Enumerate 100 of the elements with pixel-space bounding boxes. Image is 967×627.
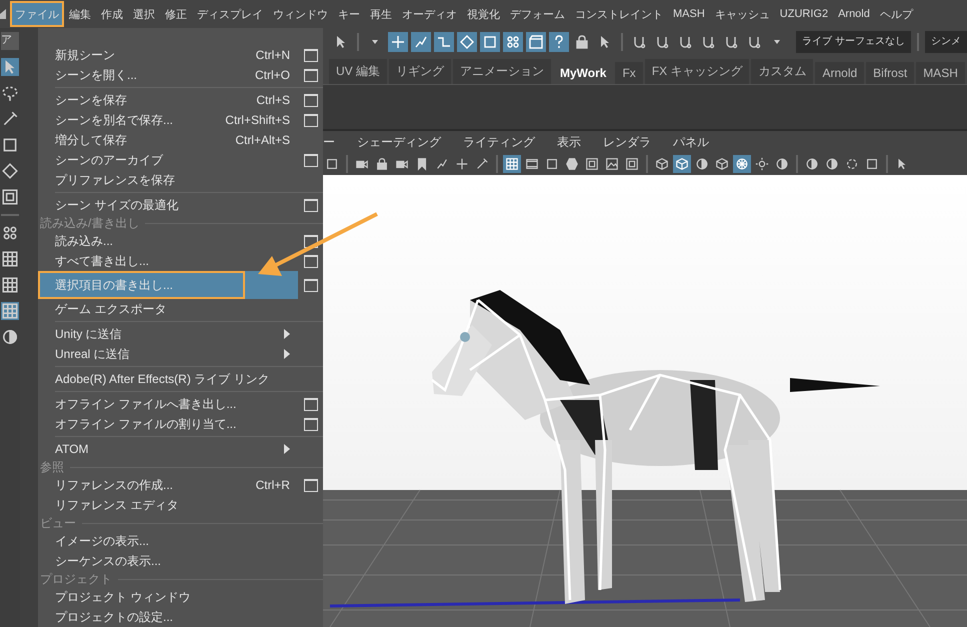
- menu-item[interactable]: イメージの表示...: [38, 531, 298, 551]
- menu-item[interactable]: シーンを開く... Ctrl+O: [38, 65, 298, 85]
- option-box-icon[interactable]: [304, 418, 318, 430]
- menu-title[interactable]: キー: [333, 1, 365, 27]
- menu-item[interactable]: Adobe(R) After Effects(R) ライブ リンク: [38, 369, 298, 389]
- menu-item[interactable]: オフライン ファイルの割り当て...: [38, 414, 298, 434]
- shelf-tab[interactable]: FX キャッシング: [644, 59, 750, 84]
- dots-icon[interactable]: [503, 32, 523, 52]
- menu-item[interactable]: オフライン ファイルへ書き出し...: [38, 394, 298, 414]
- option-box-icon[interactable]: [304, 68, 318, 82]
- menu-title[interactable]: オーディオ: [397, 1, 462, 27]
- question-icon[interactable]: [549, 32, 569, 52]
- grid-icon[interactable]: [1, 276, 19, 294]
- cube-icon[interactable]: [653, 155, 671, 173]
- menu-item[interactable]: プロジェクトの設定...: [38, 607, 298, 627]
- frame-icon[interactable]: [623, 155, 641, 173]
- shelf-tab[interactable]: カスタム: [751, 59, 814, 84]
- menu-item[interactable]: Unity に送信: [38, 324, 298, 344]
- lasso-icon[interactable]: [1, 84, 19, 102]
- menu-item[interactable]: プリファレンスを保存: [38, 170, 298, 190]
- option-box-icon[interactable]: [304, 398, 318, 410]
- section-header: 参照: [40, 460, 64, 474]
- mode-field[interactable]: ア: [1, 32, 19, 50]
- menu-item[interactable]: Unreal に送信: [38, 344, 298, 364]
- shelf-tab[interactable]: リギング: [389, 59, 452, 84]
- symmetry-field[interactable]: シンメ: [925, 31, 967, 53]
- cube-icon[interactable]: [713, 155, 731, 173]
- pencil-icon[interactable]: [1, 110, 19, 128]
- panel-menu-item[interactable]: シェーディング: [357, 134, 441, 150]
- shortcut-label: Ctrl+R: [256, 478, 290, 492]
- menu-title[interactable]: 視覚化: [462, 1, 505, 27]
- menu-item[interactable]: シーン サイズの最適化: [38, 195, 298, 215]
- menu-title[interactable]: キャッシュ: [710, 1, 775, 27]
- panel-menu-item[interactable]: レンダラ: [603, 134, 651, 150]
- grid-icon[interactable]: [1, 250, 19, 268]
- option-box-icon[interactable]: [304, 478, 318, 492]
- grid-icon[interactable]: [503, 155, 521, 173]
- option-box-icon[interactable]: [304, 94, 318, 106]
- menu-item[interactable]: シーンを保存 Ctrl+S: [38, 90, 298, 110]
- panel-menu-item[interactable]: ー: [323, 134, 335, 150]
- menu-item[interactable]: 新規シーン Ctrl+N: [38, 45, 298, 65]
- shelf-tab[interactable]: UV 編集: [329, 59, 388, 84]
- section-header: プロジェクト: [40, 572, 112, 586]
- menu-item[interactable]: 選択項目の書き出し...: [38, 271, 298, 299]
- image-icon[interactable]: [603, 155, 621, 173]
- live-surface-field[interactable]: ライブ サーフェスなし: [796, 31, 911, 53]
- menu-title[interactable]: コンストレイント: [570, 1, 668, 27]
- menu-title[interactable]: デフォーム: [505, 1, 570, 27]
- curve-icon[interactable]: [411, 32, 431, 52]
- square-icon[interactable]: [480, 32, 500, 52]
- cube-icon[interactable]: [673, 155, 691, 173]
- menu-title[interactable]: 作成: [96, 1, 128, 27]
- frame-icon[interactable]: [583, 155, 601, 173]
- menu-title[interactable]: 修正: [160, 1, 192, 27]
- menu-item[interactable]: 読み込み...: [38, 231, 298, 251]
- menu-item[interactable]: シーンのアーカイブ: [38, 150, 298, 170]
- dots-icon[interactable]: [1, 224, 19, 242]
- shelf-tab[interactable]: Arnold: [815, 62, 864, 84]
- menu-title[interactable]: Arnold: [833, 1, 875, 27]
- menu-item[interactable]: プロジェクト ウィンドウ: [38, 587, 298, 607]
- menu-title[interactable]: ウィンドウ: [268, 1, 333, 27]
- option-box-icon[interactable]: [304, 48, 318, 62]
- panel-menu-item[interactable]: パネル: [673, 134, 709, 150]
- menu-title[interactable]: 編集: [64, 1, 96, 27]
- option-box-icon[interactable]: [304, 154, 318, 166]
- menu-title[interactable]: MASH: [668, 1, 710, 27]
- menu-title[interactable]: UZURIG2: [774, 1, 834, 27]
- menu-title[interactable]: 再生: [365, 1, 397, 27]
- diamond-icon[interactable]: [457, 32, 477, 52]
- shelf-tab[interactable]: MASH: [916, 62, 965, 84]
- menu-item[interactable]: シーケンスの表示...: [38, 551, 298, 571]
- menu-item[interactable]: リファレンスの作成... Ctrl+R: [38, 475, 298, 495]
- menu-item[interactable]: すべて書き出し...: [38, 251, 298, 271]
- menu-item[interactable]: ATOM: [38, 439, 298, 459]
- menu-item[interactable]: リファレンス エディタ: [38, 495, 298, 515]
- option-box-icon[interactable]: [304, 198, 318, 212]
- option-box-icon[interactable]: [304, 254, 318, 268]
- shelf-tab[interactable]: アニメーション: [453, 59, 552, 84]
- option-box-icon[interactable]: [304, 114, 318, 126]
- frame-icon[interactable]: [1, 188, 19, 206]
- option-box-icon[interactable]: [304, 234, 318, 248]
- checker-icon[interactable]: [733, 155, 751, 173]
- shelf-tab[interactable]: Fx: [615, 62, 643, 84]
- light-icon[interactable]: [753, 155, 771, 173]
- shortcut-label: Ctrl+N: [256, 48, 290, 62]
- option-box-icon[interactable]: [304, 278, 318, 292]
- menu-item[interactable]: ゲーム エクスポータ: [38, 299, 298, 319]
- menu-title[interactable]: ディスプレイ: [192, 1, 268, 27]
- sphere-icon[interactable]: [1, 328, 19, 346]
- diamond-icon[interactable]: [1, 162, 19, 180]
- shelf-tab[interactable]: Bifrost: [866, 62, 914, 84]
- hex-icon[interactable]: [563, 155, 581, 173]
- menu-title[interactable]: ヘルプ: [874, 1, 918, 27]
- panel-menu-item[interactable]: ライティング: [463, 134, 535, 150]
- menu-item[interactable]: シーンを別名で保存... Ctrl+Shift+S: [38, 110, 298, 130]
- menu-item[interactable]: 増分して保存 Ctrl+Alt+S: [38, 130, 298, 150]
- square-icon[interactable]: [1, 136, 19, 154]
- cross-icon[interactable]: [388, 32, 408, 52]
- menu-title[interactable]: 選択: [128, 1, 160, 27]
- panel-menu-item[interactable]: 表示: [557, 134, 581, 150]
